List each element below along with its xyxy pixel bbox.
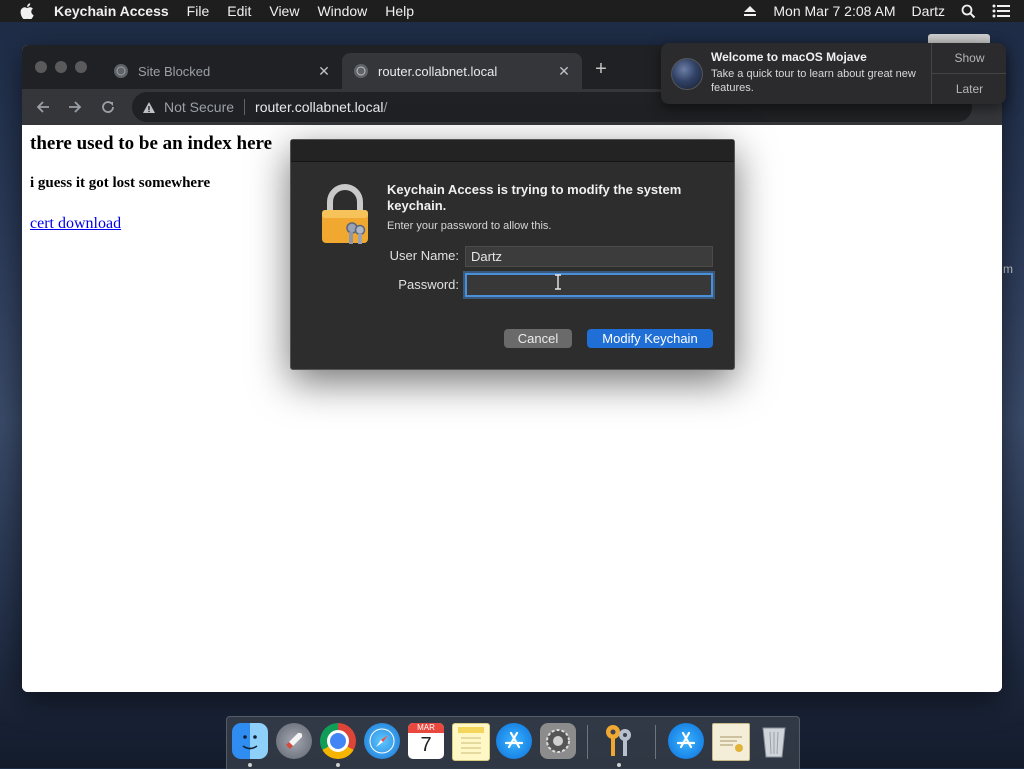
menu-bar: Keychain Access File Edit View Window He… <box>0 0 1024 22</box>
text-cursor-icon <box>553 274 563 295</box>
running-indicator <box>617 763 621 767</box>
calendar-month: MAR <box>408 723 444 733</box>
menu-app-name[interactable]: Keychain Access <box>54 3 169 19</box>
certificate-icon[interactable] <box>712 723 750 761</box>
dock: MAR 7 <box>226 716 800 769</box>
password-label: Password: <box>398 277 459 292</box>
page-heading: there used to be an index here <box>30 133 273 154</box>
tab-title: router.collabnet.local <box>378 63 498 79</box>
dialog-heading: Keychain Access is trying to modify the … <box>387 182 682 213</box>
apple-menu-icon[interactable] <box>18 3 36 19</box>
window-controls <box>35 61 87 73</box>
tab-site-blocked[interactable]: Site Blocked ✕ <box>102 53 342 89</box>
tab-close-icon[interactable]: ✕ <box>314 63 334 80</box>
menu-file[interactable]: File <box>187 3 210 19</box>
downloads-app-store-icon[interactable] <box>668 723 704 759</box>
keychain-access-keys-icon[interactable] <box>601 723 637 759</box>
chrome-icon[interactable] <box>320 723 356 759</box>
warning-triangle-icon[interactable] <box>142 101 156 114</box>
url-host: router.collabnet.local <box>255 99 384 115</box>
dock-separator <box>587 725 588 759</box>
tab-router[interactable]: router.collabnet.local ✕ <box>342 53 582 89</box>
menu-edit[interactable]: Edit <box>227 3 251 19</box>
trash-icon[interactable] <box>756 723 792 759</box>
menubar-user[interactable]: Dartz <box>912 3 945 19</box>
cancel-button[interactable]: Cancel <box>504 329 572 348</box>
finder-icon[interactable] <box>232 723 268 759</box>
lock-icon <box>319 184 371 251</box>
notes-icon[interactable] <box>452 723 490 761</box>
tab-title: Site Blocked <box>138 63 211 79</box>
spotlight-search-icon[interactable] <box>961 4 976 19</box>
keychain-auth-dialog: Keychain Access is trying to modify the … <box>290 139 735 370</box>
eject-icon[interactable] <box>743 5 757 17</box>
reload-icon[interactable] <box>98 97 118 117</box>
dialog-subtext: Enter your password to allow this. <box>387 220 552 232</box>
username-field[interactable]: Dartz <box>465 246 713 267</box>
notification-actions: Show Later <box>931 43 1006 104</box>
password-field[interactable] <box>465 273 713 297</box>
username-label: User Name: <box>389 248 459 263</box>
globe-icon <box>114 64 128 78</box>
minimize-window-button[interactable] <box>55 61 67 73</box>
notification-body: Take a quick tour to learn about great n… <box>711 68 916 94</box>
system-preferences-gear-icon[interactable] <box>540 723 576 759</box>
menu-view[interactable]: View <box>269 3 299 19</box>
notification-center-icon[interactable] <box>992 4 1010 18</box>
running-indicator <box>336 763 340 767</box>
calendar-icon[interactable]: MAR 7 <box>408 723 444 759</box>
dialog-titlebar <box>291 140 734 162</box>
notification-later-button[interactable]: Later <box>932 73 1006 104</box>
menu-window[interactable]: Window <box>317 3 367 19</box>
url-text[interactable]: router.collabnet.local/ <box>255 99 387 115</box>
close-window-button[interactable] <box>35 61 47 73</box>
notification-show-button[interactable]: Show <box>932 43 1006 73</box>
cert-download-link[interactable]: cert download <box>30 215 121 233</box>
notification-title: Welcome to macOS Mojave <box>711 50 867 64</box>
running-indicator <box>248 763 252 767</box>
back-arrow-icon[interactable] <box>33 97 53 117</box>
zoom-window-button[interactable] <box>75 61 87 73</box>
not-secure-label[interactable]: Not Secure <box>164 99 234 115</box>
page-subheading: i guess it got lost somewhere <box>30 175 211 191</box>
menu-help[interactable]: Help <box>385 3 414 19</box>
background-window-fragment: m <box>1003 262 1013 276</box>
mojave-app-icon <box>671 58 703 90</box>
new-tab-plus-icon[interactable]: + <box>590 59 612 79</box>
safari-compass-icon[interactable] <box>364 723 400 759</box>
launchpad-rocket-icon[interactable] <box>276 723 312 759</box>
modify-keychain-button[interactable]: Modify Keychain <box>587 329 713 348</box>
calendar-day: 7 <box>420 734 432 756</box>
globe-icon <box>354 64 368 78</box>
tab-close-icon[interactable]: ✕ <box>554 63 574 80</box>
app-store-icon[interactable] <box>496 723 532 759</box>
forward-arrow-icon[interactable] <box>65 97 85 117</box>
url-path: / <box>383 99 388 115</box>
notification-banner[interactable]: Welcome to macOS Mojave Take a quick tou… <box>661 43 1006 104</box>
menubar-clock[interactable]: Mon Mar 7 2:08 AM <box>773 3 895 19</box>
omnibox-divider <box>244 99 246 115</box>
dock-separator <box>655 725 656 759</box>
